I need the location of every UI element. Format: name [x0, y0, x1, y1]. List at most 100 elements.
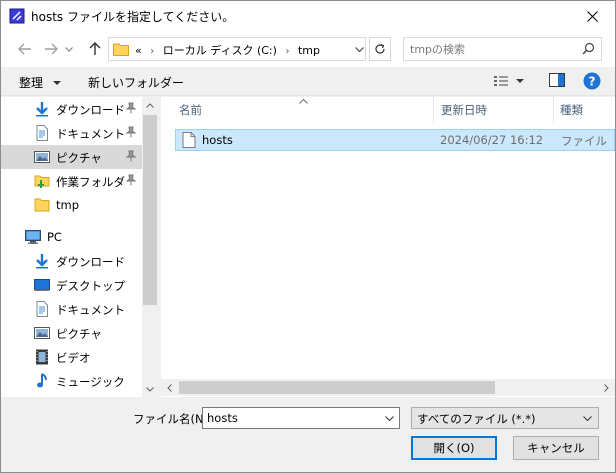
up-button[interactable] [85, 39, 105, 59]
column-header-modified-label: 更新日時 [441, 103, 487, 117]
nav-item-label: デスクトップ [56, 279, 125, 293]
nav-item-label: 作業フォルダ [56, 175, 125, 189]
back-button[interactable] [15, 39, 35, 59]
nav-scrollbar[interactable] [142, 97, 158, 397]
pictures-icon [34, 151, 50, 163]
nav-item-label: tmp [56, 198, 80, 212]
nav-item-tmp[interactable]: tmp [1, 193, 142, 217]
nav-item-documents[interactable]: ドキュメント [1, 121, 142, 145]
filename-input[interactable] [207, 410, 377, 426]
nav-item-downloads[interactable]: ダウンロード [1, 97, 142, 121]
pin-icon[interactable] [126, 102, 136, 114]
caret-down-icon [52, 81, 61, 85]
computer-icon [25, 230, 41, 244]
download-arrow-icon [36, 102, 48, 117]
chevron-right-icon [604, 383, 609, 392]
chevron-down-icon [65, 46, 73, 52]
file-list: 名前 更新日時 種類 hosts 2024/06/27 16:12 ファイル [161, 97, 615, 397]
column-header-name-label: 名前 [179, 103, 202, 117]
column-divider[interactable] [433, 97, 434, 123]
file-name: hosts [202, 133, 233, 147]
breadcrumb: « › ローカル ディスク (C:) › tmp [135, 42, 320, 58]
breadcrumb-overflow[interactable]: « [135, 44, 142, 57]
download-arrow-icon [36, 254, 48, 269]
pin-icon[interactable] [126, 150, 136, 162]
search-input[interactable] [410, 41, 570, 57]
chevron-down-icon [384, 415, 394, 421]
arrow-up-icon [89, 42, 101, 55]
filetype-value: すべてのファイル (*.*) [417, 412, 536, 426]
organize-button[interactable]: 整理 [19, 74, 61, 91]
scroll-left-button[interactable] [161, 379, 178, 396]
file-row[interactable]: hosts 2024/06/27 16:12 ファイル [175, 129, 615, 151]
column-header-modified[interactable]: 更新日時 [441, 97, 487, 123]
breadcrumb-item-local-disk[interactable]: ローカル ディスク (C:) [163, 44, 277, 57]
scroll-down-button[interactable] [142, 381, 158, 397]
column-divider[interactable] [553, 97, 554, 123]
document-icon [36, 301, 48, 317]
nav-item-label: PC [47, 230, 62, 244]
nav-item-label: ドキュメント [56, 303, 125, 317]
nav-item-work-folder[interactable]: 作業フォルダ [1, 169, 142, 193]
organize-label: 整理 [19, 76, 44, 90]
work-folder-icon [34, 175, 50, 188]
file-modified: 2024/06/27 16:12 [440, 133, 544, 147]
chevron-right-icon: › [150, 46, 155, 57]
new-folder-label: 新しいフォルダー [88, 76, 185, 90]
address-bar[interactable]: « › ローカル ディスク (C:) › tmp [108, 37, 366, 61]
filetype-dropdown-button[interactable] [579, 409, 595, 427]
nav-item-pc-pictures[interactable]: ピクチャ [1, 321, 142, 345]
arrow-right-icon [45, 43, 58, 55]
cancel-button[interactable]: キャンセル [513, 436, 599, 460]
nav-item-label: ピクチャ [56, 151, 102, 165]
nav-item-label: ダウンロード [56, 255, 125, 269]
new-folder-button[interactable]: 新しいフォルダー [88, 74, 184, 91]
chevron-up-icon [146, 102, 154, 108]
help-button[interactable]: ? [583, 72, 601, 93]
change-view-button[interactable] [493, 73, 525, 92]
preview-pane-button[interactable] [549, 73, 565, 90]
nav-item-pictures[interactable]: ピクチャ [1, 145, 142, 169]
scroll-thumb[interactable] [143, 115, 157, 305]
nav-item-label: ピクチャ [56, 327, 102, 341]
address-row: « › ローカル ディスク (C:) › tmp [1, 31, 615, 67]
nav-item-label: ミュージック [56, 375, 125, 389]
nav-item-pc-videos[interactable]: ビデオ [1, 345, 142, 369]
address-dropdown-button[interactable] [351, 40, 367, 58]
chevron-right-icon: › [285, 46, 290, 57]
title-bar: hosts ファイルを指定してください。 [1, 1, 615, 31]
nav-item-pc-music[interactable]: ミュージック [1, 369, 142, 393]
pin-icon[interactable] [126, 174, 136, 186]
command-bar: 整理 新しいフォルダー ? [1, 67, 615, 96]
scroll-up-button[interactable] [142, 97, 158, 113]
filetype-select[interactable]: すべてのファイル (*.*) [411, 407, 599, 429]
scroll-right-button[interactable] [598, 379, 615, 396]
music-icon [37, 373, 47, 388]
nav-item-pc-downloads[interactable]: ダウンロード [1, 249, 142, 273]
pictures-icon [34, 327, 50, 339]
breadcrumb-item-tmp[interactable]: tmp [298, 44, 320, 57]
nav-item-label: ダウンロード [56, 103, 125, 117]
forward-button[interactable] [41, 39, 61, 59]
nav-item-label: ビデオ [56, 351, 91, 365]
open-button[interactable]: 開く(O) [411, 436, 497, 460]
column-header-type[interactable]: 種類 [560, 97, 583, 123]
recent-locations-button[interactable] [63, 39, 75, 59]
filename-dropdown-button[interactable] [381, 409, 397, 427]
search-box[interactable] [403, 37, 602, 61]
scroll-thumb[interactable] [179, 381, 495, 394]
nav-item-pc[interactable]: PC [1, 225, 142, 249]
close-button[interactable] [569, 1, 615, 31]
filename-combobox[interactable] [202, 407, 400, 429]
nav-item-pc-documents[interactable]: ドキュメント [1, 297, 142, 321]
refresh-button[interactable] [369, 37, 391, 61]
chevron-down-icon [582, 415, 592, 421]
folder-icon [34, 198, 50, 212]
document-icon [36, 125, 48, 141]
column-header-name[interactable]: 名前 [179, 97, 202, 123]
nav-item-pc-desktop[interactable]: デスクトップ [1, 273, 142, 297]
svg-text:?: ? [589, 75, 596, 89]
pin-icon[interactable] [126, 126, 136, 138]
horizontal-scrollbar[interactable] [161, 379, 615, 396]
video-icon [36, 349, 48, 365]
